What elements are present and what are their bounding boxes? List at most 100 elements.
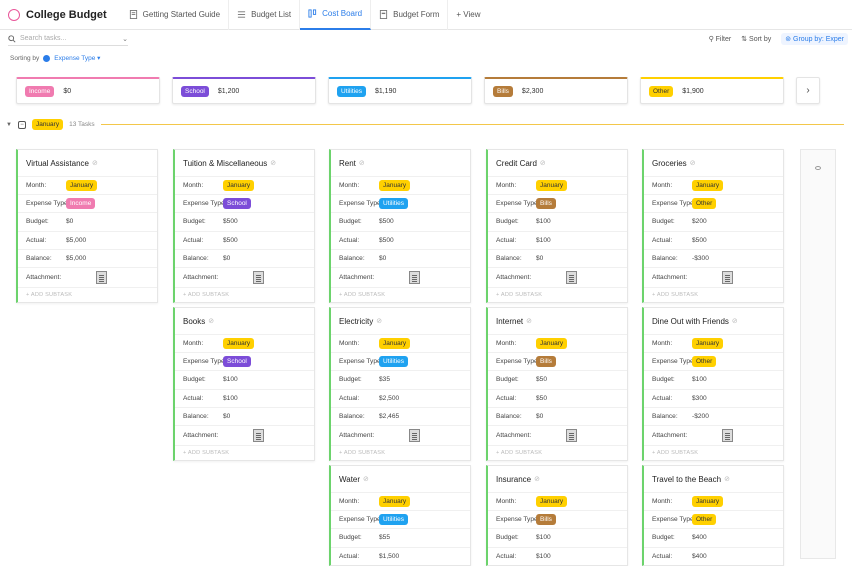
task-title[interactable]: Travel to the Beach ⊘ [644, 466, 783, 492]
expense-type-badge[interactable]: School [223, 198, 251, 210]
add-subtask-button[interactable]: + ADD SUBTASK [18, 286, 157, 302]
month-badge[interactable]: January [692, 180, 724, 192]
task-title[interactable]: Virtual Assistance ⊘ [18, 150, 157, 176]
expense-type-badge[interactable]: Bills [536, 514, 556, 526]
actual-value[interactable]: $100 [223, 395, 238, 402]
task-card[interactable]: Credit Card ⊘ Month: January Expense Type: Bi… [486, 149, 628, 303]
link-icon[interactable]: ⊘ [270, 159, 276, 167]
link-icon[interactable]: ⊘ [690, 159, 696, 167]
add-subtask-button[interactable]: + ADD SUBTASK [331, 444, 470, 460]
task-title[interactable]: Books ⊘ [175, 308, 314, 334]
add-subtask-button[interactable]: + ADD SUBTASK [488, 444, 627, 460]
budget-value[interactable]: $35 [379, 376, 390, 383]
link-icon[interactable]: ⊘ [526, 317, 532, 325]
collapsed-side-panel[interactable] [800, 149, 836, 559]
actual-value[interactable]: $500 [223, 237, 238, 244]
expense-type-badge[interactable]: Bills [536, 356, 556, 368]
add-subtask-button[interactable]: + ADD SUBTASK [175, 444, 314, 460]
month-badge[interactable]: January [536, 338, 568, 350]
group-toggle-icon[interactable]: − [17, 120, 26, 129]
task-card[interactable]: Tuition & Miscellaneous ⊘ Month: January Exp… [173, 149, 315, 303]
actual-value[interactable]: $500 [692, 237, 707, 244]
link-icon[interactable]: ⊘ [208, 317, 214, 325]
task-title[interactable]: Credit Card ⊘ [488, 150, 627, 176]
link-icon[interactable]: ⊘ [92, 159, 98, 167]
attachment-file-icon[interactable] [566, 270, 577, 284]
budget-value[interactable]: $500 [379, 218, 394, 225]
link-icon[interactable]: ⊘ [540, 159, 546, 167]
task-card[interactable]: Virtual Assistance ⊘ Month: January Expense … [16, 149, 158, 303]
budget-value[interactable]: $0 [66, 218, 73, 225]
budget-value[interactable]: $100 [692, 376, 707, 383]
tab-cost-board[interactable]: Cost Board [300, 0, 372, 30]
month-badge[interactable]: January [223, 180, 255, 192]
link-icon[interactable]: ⊘ [363, 475, 369, 483]
month-badge[interactable]: January [536, 180, 568, 192]
task-title[interactable]: Water ⊘ [331, 466, 470, 492]
expense-type-badge[interactable]: Other [692, 514, 717, 526]
task-card[interactable]: Electricity ⊘ Month: January Expense Type: Ut… [329, 307, 471, 461]
add-subtask-button[interactable]: + ADD SUBTASK [644, 444, 783, 460]
filter-button[interactable]: ⚲ Filter [709, 35, 732, 43]
task-card[interactable]: Water ⊘ Month: January Expense Type: Utilitie… [329, 465, 471, 566]
add-subtask-button[interactable]: + ADD SUBTASK [331, 286, 470, 302]
add-subtask-button[interactable]: + ADD SUBTASK [175, 286, 314, 302]
attachment-file-icon[interactable] [409, 270, 420, 284]
month-badge[interactable]: January [223, 338, 255, 350]
month-badge[interactable]: January [379, 496, 411, 508]
remove-sort-icon[interactable] [43, 54, 51, 62]
add-view-button[interactable]: + View [448, 0, 488, 30]
expense-type-badge[interactable]: Utilities [379, 356, 408, 368]
add-subtask-button[interactable]: + ADD SUBTASK [644, 286, 783, 302]
task-title[interactable]: Tuition & Miscellaneous ⊘ [175, 150, 314, 176]
task-title[interactable]: Dine Out with Friends ⊘ [644, 308, 783, 334]
link-icon[interactable]: ⊘ [724, 475, 730, 483]
actual-value[interactable]: $500 [379, 237, 394, 244]
task-title[interactable]: Electricity ⊘ [331, 308, 470, 334]
attachment-file-icon[interactable] [566, 428, 577, 442]
actual-value[interactable]: $50 [536, 395, 547, 402]
budget-value[interactable]: $500 [223, 218, 238, 225]
attachment-file-icon[interactable] [253, 270, 264, 284]
link-icon[interactable]: ⊘ [359, 159, 365, 167]
expense-type-badge[interactable]: School [223, 356, 251, 368]
link-icon[interactable]: ⊘ [376, 317, 382, 325]
expense-type-badge[interactable]: Other [692, 356, 717, 368]
link-icon[interactable]: ⊘ [534, 475, 540, 483]
budget-value[interactable]: $200 [692, 218, 707, 225]
attachment-file-icon[interactable] [722, 270, 733, 284]
link-icon[interactable]: ⊘ [732, 317, 738, 325]
month-badge[interactable]: January [379, 338, 411, 350]
budget-value[interactable]: $100 [223, 376, 238, 383]
task-card[interactable]: Insurance ⊘ Month: January Expense Type: Bill… [486, 465, 628, 566]
add-subtask-button[interactable]: + ADD SUBTASK [488, 286, 627, 302]
task-card[interactable]: Dine Out with Friends ⊘ Month: January Expen… [642, 307, 784, 461]
attachment-file-icon[interactable] [409, 428, 420, 442]
actual-value[interactable]: $300 [692, 395, 707, 402]
task-card[interactable]: Books ⊘ Month: January Expense Type: School Bu… [173, 307, 315, 461]
actual-value[interactable]: $100 [536, 237, 551, 244]
attachment-file-icon[interactable] [96, 270, 107, 284]
collapse-caret-icon[interactable]: ▼ [6, 122, 12, 128]
month-badge[interactable]: January [692, 496, 724, 508]
task-card[interactable]: Internet ⊘ Month: January Expense Type: Bills… [486, 307, 628, 461]
expense-type-badge[interactable]: Utilities [379, 198, 408, 210]
task-title[interactable]: Groceries ⊘ [644, 150, 783, 176]
expense-type-badge[interactable]: Bills [536, 198, 556, 210]
expense-type-badge[interactable]: Income [66, 198, 96, 210]
budget-value[interactable]: $50 [536, 376, 547, 383]
month-badge[interactable]: January [66, 180, 98, 192]
sort-button[interactable]: ⇅ Sort by [741, 35, 771, 43]
task-card[interactable]: Rent ⊘ Month: January Expense Type: Utilities… [329, 149, 471, 303]
tab-getting-started-guide[interactable]: Getting Started Guide [121, 0, 230, 30]
task-card[interactable]: Travel to the Beach ⊘ Month: January Expense… [642, 465, 784, 566]
actual-value[interactable]: $5,000 [66, 237, 86, 244]
budget-value[interactable]: $55 [379, 534, 390, 541]
group-by-button[interactable]: ⊚ Group by: Exper [781, 33, 848, 45]
budget-value[interactable]: $400 [692, 534, 707, 541]
task-title[interactable]: Insurance ⊘ [488, 466, 627, 492]
month-badge[interactable]: January [692, 338, 724, 350]
attachment-file-icon[interactable] [253, 428, 264, 442]
actual-value[interactable]: $2,500 [379, 395, 399, 402]
task-card[interactable]: Groceries ⊘ Month: January Expense Type: Othe… [642, 149, 784, 303]
